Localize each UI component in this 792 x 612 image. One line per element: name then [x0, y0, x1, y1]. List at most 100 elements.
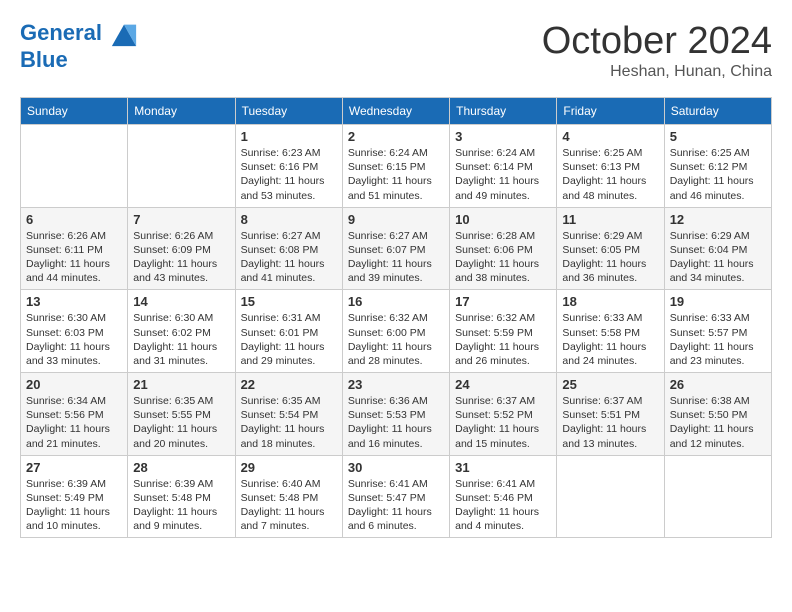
day-number: 25	[562, 377, 658, 392]
day-header-row: SundayMondayTuesdayWednesdayThursdayFrid…	[21, 98, 772, 125]
day-info: Sunrise: 6:30 AMSunset: 6:03 PMDaylight:…	[26, 311, 122, 368]
calendar-cell: 2 Sunrise: 6:24 AMSunset: 6:15 PMDaylight…	[342, 125, 449, 208]
calendar-cell: 8 Sunrise: 6:27 AMSunset: 6:08 PMDaylight…	[235, 207, 342, 290]
day-number: 16	[348, 294, 444, 309]
day-number: 21	[133, 377, 229, 392]
calendar-header: SundayMondayTuesdayWednesdayThursdayFrid…	[21, 98, 772, 125]
calendar-cell: 17 Sunrise: 6:32 AMSunset: 5:59 PMDayligh…	[450, 290, 557, 373]
calendar-cell: 25 Sunrise: 6:37 AMSunset: 5:51 PMDayligh…	[557, 373, 664, 456]
calendar-cell: 15Sunrise: 6:31 AMSunset: 6:01 PMDayligh…	[235, 290, 342, 373]
calendar-week-row: 1Sunrise: 6:23 AMSunset: 6:16 PMDaylight…	[21, 125, 772, 208]
calendar-cell: 28 Sunrise: 6:39 AMSunset: 5:48 PMDayligh…	[128, 455, 235, 538]
day-number: 31	[455, 460, 551, 475]
day-info: Sunrise: 6:30 AMSunset: 6:02 PMDaylight:…	[133, 311, 229, 368]
logo-text: General	[20, 20, 138, 48]
calendar-cell: 27 Sunrise: 6:39 AMSunset: 5:49 PMDayligh…	[21, 455, 128, 538]
calendar-cell: 24Sunrise: 6:37 AMSunset: 5:52 PMDayligh…	[450, 373, 557, 456]
day-info: Sunrise: 6:37 AMSunset: 5:51 PMDaylight:…	[562, 394, 658, 451]
calendar-table: SundayMondayTuesdayWednesdayThursdayFrid…	[20, 97, 772, 538]
day-number: 20	[26, 377, 122, 392]
logo: General Blue	[20, 20, 138, 72]
day-number: 13	[26, 294, 122, 309]
day-info: Sunrise: 6:41 AMSunset: 5:47 PMDaylight:…	[348, 477, 444, 534]
day-info: Sunrise: 6:27 AMSunset: 6:08 PMDaylight:…	[241, 229, 337, 286]
logo-icon	[110, 20, 138, 48]
day-info: Sunrise: 6:37 AMSunset: 5:52 PMDaylight:…	[455, 394, 551, 451]
day-info: Sunrise: 6:33 AMSunset: 5:57 PMDaylight:…	[670, 311, 766, 368]
day-number: 26	[670, 377, 766, 392]
calendar-cell: 9 Sunrise: 6:27 AMSunset: 6:07 PMDaylight…	[342, 207, 449, 290]
day-number: 23	[348, 377, 444, 392]
day-info: Sunrise: 6:38 AMSunset: 5:50 PMDaylight:…	[670, 394, 766, 451]
calendar-cell: 18Sunrise: 6:33 AMSunset: 5:58 PMDayligh…	[557, 290, 664, 373]
calendar-cell: 23 Sunrise: 6:36 AMSunset: 5:53 PMDayligh…	[342, 373, 449, 456]
day-of-week-header: Thursday	[450, 98, 557, 125]
calendar-cell: 14Sunrise: 6:30 AMSunset: 6:02 PMDayligh…	[128, 290, 235, 373]
day-info: Sunrise: 6:40 AMSunset: 5:48 PMDaylight:…	[241, 477, 337, 534]
calendar-cell: 3Sunrise: 6:24 AMSunset: 6:14 PMDaylight…	[450, 125, 557, 208]
day-info: Sunrise: 6:33 AMSunset: 5:58 PMDaylight:…	[562, 311, 658, 368]
day-info: Sunrise: 6:25 AMSunset: 6:13 PMDaylight:…	[562, 146, 658, 203]
day-info: Sunrise: 6:26 AMSunset: 6:11 PMDaylight:…	[26, 229, 122, 286]
calendar-cell: 10 Sunrise: 6:28 AMSunset: 6:06 PMDayligh…	[450, 207, 557, 290]
calendar-week-row: 6Sunrise: 6:26 AMSunset: 6:11 PMDaylight…	[21, 207, 772, 290]
day-number: 28	[133, 460, 229, 475]
calendar-cell: 6Sunrise: 6:26 AMSunset: 6:11 PMDaylight…	[21, 207, 128, 290]
day-number: 8	[241, 212, 337, 227]
calendar-cell: 7 Sunrise: 6:26 AMSunset: 6:09 PMDaylight…	[128, 207, 235, 290]
month-title: October 2024	[542, 20, 772, 63]
day-number: 29	[241, 460, 337, 475]
day-info: Sunrise: 6:39 AMSunset: 5:48 PMDaylight:…	[133, 477, 229, 534]
day-number: 11	[562, 212, 658, 227]
calendar-cell: 16 Sunrise: 6:32 AMSunset: 6:00 PMDayligh…	[342, 290, 449, 373]
day-of-week-header: Tuesday	[235, 98, 342, 125]
calendar-cell: 26 Sunrise: 6:38 AMSunset: 5:50 PMDayligh…	[664, 373, 771, 456]
day-info: Sunrise: 6:25 AMSunset: 6:12 PMDaylight:…	[670, 146, 766, 203]
day-number: 19	[670, 294, 766, 309]
day-info: Sunrise: 6:29 AMSunset: 6:04 PMDaylight:…	[670, 229, 766, 286]
calendar-cell: 29 Sunrise: 6:40 AMSunset: 5:48 PMDayligh…	[235, 455, 342, 538]
calendar-week-row: 20 Sunrise: 6:34 AMSunset: 5:56 PMDayligh…	[21, 373, 772, 456]
day-info: Sunrise: 6:23 AMSunset: 6:16 PMDaylight:…	[241, 146, 337, 203]
day-of-week-header: Friday	[557, 98, 664, 125]
day-info: Sunrise: 6:39 AMSunset: 5:49 PMDaylight:…	[26, 477, 122, 534]
calendar-cell: 11Sunrise: 6:29 AMSunset: 6:05 PMDayligh…	[557, 207, 664, 290]
day-info: Sunrise: 6:32 AMSunset: 6:00 PMDaylight:…	[348, 311, 444, 368]
calendar-cell: 1Sunrise: 6:23 AMSunset: 6:16 PMDaylight…	[235, 125, 342, 208]
day-info: Sunrise: 6:36 AMSunset: 5:53 PMDaylight:…	[348, 394, 444, 451]
day-number: 17	[455, 294, 551, 309]
day-info: Sunrise: 6:26 AMSunset: 6:09 PMDaylight:…	[133, 229, 229, 286]
calendar-week-row: 13 Sunrise: 6:30 AMSunset: 6:03 PMDayligh…	[21, 290, 772, 373]
calendar-cell	[128, 125, 235, 208]
calendar-cell	[664, 455, 771, 538]
calendar-cell: 19 Sunrise: 6:33 AMSunset: 5:57 PMDayligh…	[664, 290, 771, 373]
day-number: 27	[26, 460, 122, 475]
day-info: Sunrise: 6:28 AMSunset: 6:06 PMDaylight:…	[455, 229, 551, 286]
calendar-cell	[557, 455, 664, 538]
day-number: 7	[133, 212, 229, 227]
calendar-week-row: 27 Sunrise: 6:39 AMSunset: 5:49 PMDayligh…	[21, 455, 772, 538]
calendar-cell: 12 Sunrise: 6:29 AMSunset: 6:04 PMDayligh…	[664, 207, 771, 290]
day-info: Sunrise: 6:35 AMSunset: 5:55 PMDaylight:…	[133, 394, 229, 451]
day-number: 4	[562, 129, 658, 144]
day-number: 30	[348, 460, 444, 475]
title-block: October 2024 Heshan, Hunan, China	[542, 20, 772, 81]
day-info: Sunrise: 6:34 AMSunset: 5:56 PMDaylight:…	[26, 394, 122, 451]
day-number: 9	[348, 212, 444, 227]
page-header: General Blue October 2024 Heshan, Hunan,…	[20, 20, 772, 81]
calendar-cell: 4 Sunrise: 6:25 AMSunset: 6:13 PMDaylight…	[557, 125, 664, 208]
location-title: Heshan, Hunan, China	[542, 63, 772, 81]
day-info: Sunrise: 6:31 AMSunset: 6:01 PMDaylight:…	[241, 311, 337, 368]
day-info: Sunrise: 6:41 AMSunset: 5:46 PMDaylight:…	[455, 477, 551, 534]
calendar-body: 1Sunrise: 6:23 AMSunset: 6:16 PMDaylight…	[21, 125, 772, 538]
day-number: 3	[455, 129, 551, 144]
day-number: 2	[348, 129, 444, 144]
day-number: 5	[670, 129, 766, 144]
day-number: 10	[455, 212, 551, 227]
day-info: Sunrise: 6:32 AMSunset: 5:59 PMDaylight:…	[455, 311, 551, 368]
day-number: 12	[670, 212, 766, 227]
day-info: Sunrise: 6:24 AMSunset: 6:15 PMDaylight:…	[348, 146, 444, 203]
day-info: Sunrise: 6:27 AMSunset: 6:07 PMDaylight:…	[348, 229, 444, 286]
logo-text2: Blue	[20, 48, 138, 72]
calendar-cell: 22Sunrise: 6:35 AMSunset: 5:54 PMDayligh…	[235, 373, 342, 456]
